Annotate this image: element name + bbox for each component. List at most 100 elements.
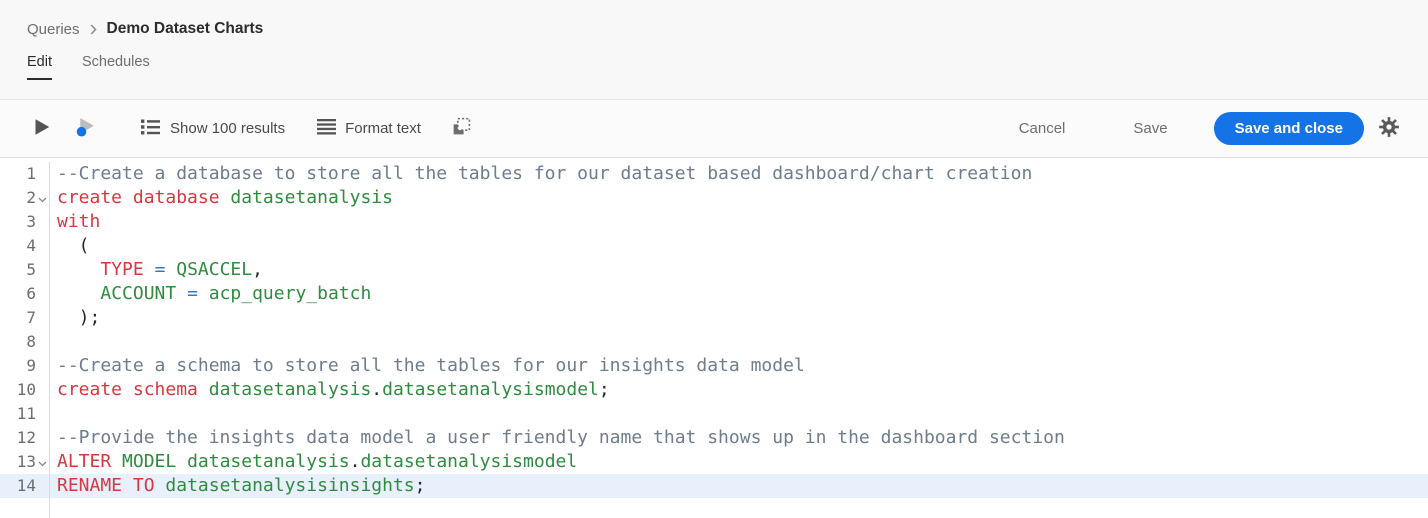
line-gutter: 9 [0,354,50,378]
code-line[interactable]: 7 ); [0,306,1428,330]
toolbar-right-group: Cancel Save Save and close [1019,112,1400,145]
line-gutter: 13 [0,450,50,474]
cancel-button[interactable]: Cancel [1019,120,1066,137]
line-gutter: 12 [0,426,50,450]
run-query-button[interactable] [30,116,52,142]
show-results-button[interactable]: Show 100 results [141,118,285,140]
code-line[interactable]: 11 [0,402,1428,426]
code-line-content[interactable]: create schema datasetanalysis.datasetana… [50,378,1428,402]
code-line[interactable]: 5 TYPE = QSACCEL, [0,258,1428,282]
editor-filler [0,498,1428,518]
code-line[interactable]: 14 RENAME TO datasetanalysisinsights; [0,474,1428,498]
line-gutter: 5 [0,258,50,282]
line-number: 1 [26,164,36,183]
code-editor[interactable]: 1 --Create a database to store all the ta… [0,158,1428,518]
code-line[interactable]: 1 --Create a database to store all the ta… [0,162,1428,186]
line-number: 2 [26,188,36,207]
fold-chevron-icon[interactable] [36,458,49,467]
page-title: Demo Dataset Charts [106,20,264,37]
run-selected-query-button[interactable] [74,115,97,142]
code-line-content[interactable]: --Provide the insights data model a user… [50,426,1428,450]
code-line[interactable]: 10 create schema datasetanalysis.dataseta… [0,378,1428,402]
line-gutter: 4 [0,234,50,258]
line-number: 14 [16,476,36,495]
code-line-content[interactable]: create database datasetanalysis [50,186,1428,210]
code-line-content[interactable]: --Create a schema to store all the table… [50,354,1428,378]
breadcrumb: Queries Demo Dataset Charts [0,0,1428,38]
code-line[interactable]: 12 --Provide the insights data model a us… [0,426,1428,450]
breadcrumb-item-queries[interactable]: Queries [27,21,80,38]
show-results-list-icon [141,118,161,140]
code-line-content[interactable]: ALTER MODEL datasetanalysis.datasetanaly… [50,450,1428,474]
select-container-icon [451,116,472,141]
format-text-button[interactable]: Format text [317,118,421,139]
code-line-content[interactable]: RENAME TO datasetanalysisinsights; [50,474,1428,498]
code-line-content[interactable]: ); [50,306,1428,330]
code-line[interactable]: 13 ALTER MODEL datasetanalysis.datasetana… [0,450,1428,474]
code-line-content[interactable] [50,402,1428,426]
run-icon [30,116,52,142]
line-gutter: 8 [0,330,50,354]
line-gutter: 7 [0,306,50,330]
format-text-icon [317,118,337,139]
page-header: Queries Demo Dataset Charts Edit Schedul… [0,0,1428,100]
run-selected-icon [74,115,97,142]
code-line[interactable]: 4 ( [0,234,1428,258]
line-number: 9 [26,356,36,375]
toolbar-left-group: Show 100 results Format text [30,115,472,142]
line-number: 11 [16,404,36,423]
code-line-content[interactable]: TYPE = QSACCEL, [50,258,1428,282]
save-button[interactable]: Save [1133,120,1167,137]
code-line-content[interactable]: ACCOUNT = acp_query_batch [50,282,1428,306]
line-number: 12 [16,428,36,447]
line-gutter: 6 [0,282,50,306]
line-gutter: 1 [0,162,50,186]
code-line-content[interactable] [50,498,1428,518]
code-line[interactable]: 8 [0,330,1428,354]
code-line-content[interactable] [50,330,1428,354]
line-number: 8 [26,332,36,351]
code-line-content[interactable]: --Create a database to store all the tab… [50,162,1428,186]
fold-chevron-icon[interactable] [36,194,49,203]
line-gutter: 11 [0,402,50,426]
save-and-close-button[interactable]: Save and close [1213,112,1364,145]
line-gutter: 3 [0,210,50,234]
line-number: 6 [26,284,36,303]
tab-edit[interactable]: Edit [27,54,52,80]
line-number: 7 [26,308,36,327]
line-gutter [0,498,50,518]
show-results-label: Show 100 results [170,120,286,137]
editor-toolbar: Show 100 results Format text Cancel Save… [0,100,1428,158]
code-line[interactable]: 3 with [0,210,1428,234]
format-text-label: Format text [345,120,421,137]
select-container-button[interactable] [451,116,472,141]
line-gutter: 10 [0,378,50,402]
tab-bar: Edit Schedules [27,54,1428,80]
code-line[interactable]: 6 ACCOUNT = acp_query_batch [0,282,1428,306]
line-number: 3 [26,212,36,231]
code-line[interactable]: 2 create database datasetanalysis [0,186,1428,210]
code-line-content[interactable]: with [50,210,1428,234]
breadcrumb-separator-icon [90,23,97,35]
code-line-content[interactable]: ( [50,234,1428,258]
line-gutter: 14 [0,474,50,498]
settings-button[interactable] [1378,116,1400,141]
code-line[interactable]: 9 --Create a schema to store all the tabl… [0,354,1428,378]
line-number: 5 [26,260,36,279]
line-gutter: 2 [0,186,50,210]
settings-gear-icon [1378,116,1400,141]
line-number: 4 [26,236,36,255]
tab-schedules[interactable]: Schedules [82,54,150,80]
